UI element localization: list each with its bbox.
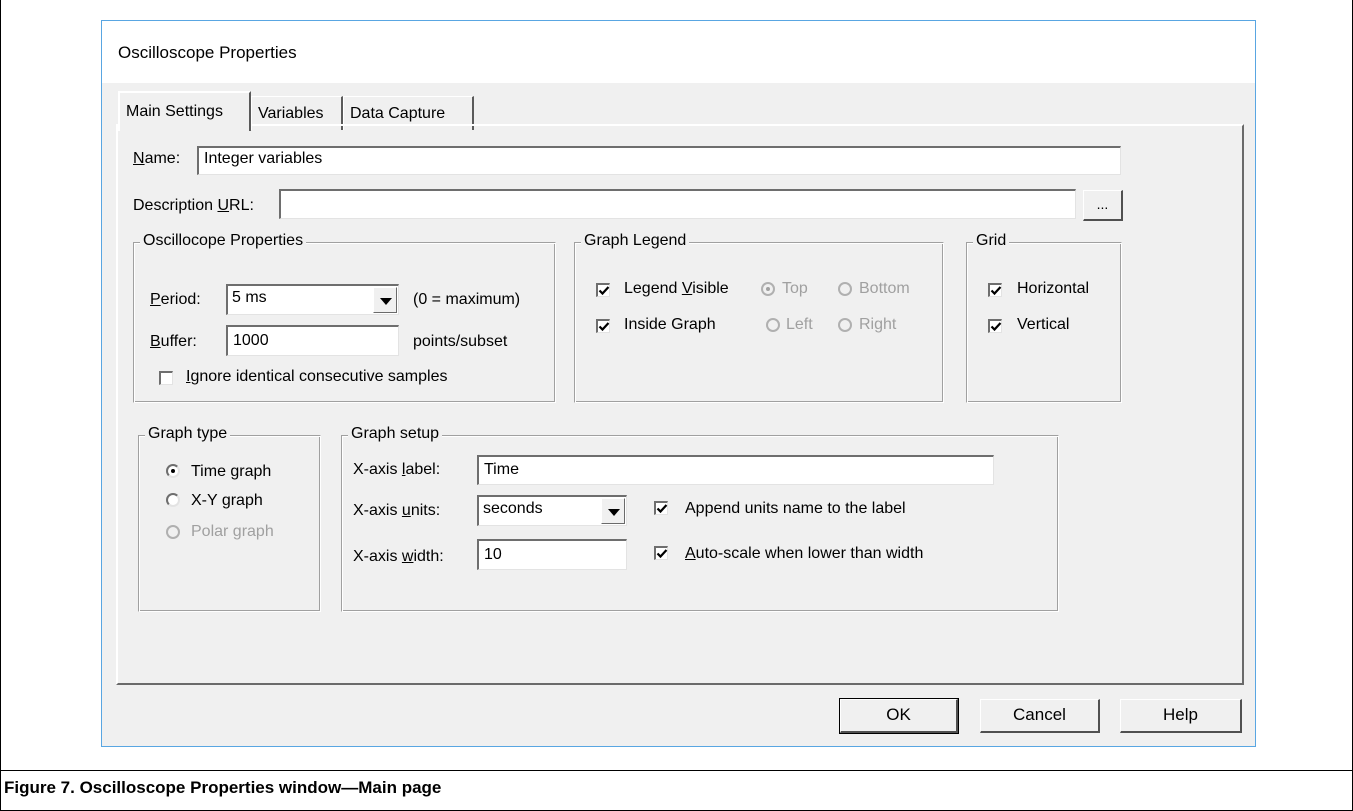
polar-graph-radio[interactable] xyxy=(166,525,180,539)
ok-button[interactable]: OK xyxy=(839,698,959,734)
buffer-input[interactable]: 1000 xyxy=(226,325,399,356)
legend-visible-checkbox[interactable] xyxy=(596,283,610,297)
period-hint: (0 = maximum) xyxy=(413,291,521,308)
legend-right-radio[interactable] xyxy=(838,318,852,332)
check-mark-icon xyxy=(990,286,1002,296)
polar-graph-label: Polar graph xyxy=(191,523,274,540)
append-units-label: Append units name to the label xyxy=(685,500,906,517)
graph-type-group-title: Graph type xyxy=(145,425,231,443)
legend-left-label: Left xyxy=(786,316,813,333)
period-dropdown-arrow-icon[interactable] xyxy=(373,287,397,313)
legend-visible-label: Legend Visible xyxy=(624,280,729,297)
dialog-title: Oscilloscope Properties xyxy=(118,43,297,62)
tab-variables-label: Variables xyxy=(258,105,324,122)
check-mark-icon xyxy=(656,504,668,514)
period-label: Period: xyxy=(150,291,201,308)
check-mark-icon xyxy=(656,549,668,559)
radio-selected-dot-icon xyxy=(171,469,175,473)
radio-selected-dot-icon xyxy=(766,287,770,291)
legend-top-radio[interactable] xyxy=(761,282,775,296)
tab-main-settings[interactable]: Main Settings xyxy=(118,91,251,131)
name-label-text: ame: xyxy=(144,150,181,167)
x-axis-label-label: X-axis label: xyxy=(353,461,441,478)
append-units-checkbox[interactable] xyxy=(654,501,668,515)
legend-left-radio[interactable] xyxy=(766,318,780,332)
ignore-identical-checkbox[interactable] xyxy=(159,371,173,385)
description-url-label: Description URL: xyxy=(133,197,254,214)
x-axis-units-value: seconds xyxy=(483,500,543,517)
x-axis-units-select[interactable]: seconds xyxy=(477,495,627,526)
tab-main-settings-label: Main Settings xyxy=(126,103,223,120)
title-bar: Oscilloscope Properties xyxy=(102,21,1255,83)
grid-horizontal-checkbox[interactable] xyxy=(988,283,1002,297)
legend-bottom-radio[interactable] xyxy=(838,282,852,296)
period-select[interactable]: 5 ms xyxy=(226,284,399,315)
x-axis-label-input[interactable]: Time xyxy=(477,455,994,485)
grid-vertical-checkbox[interactable] xyxy=(988,319,1002,333)
x-axis-units-dropdown-arrow-icon[interactable] xyxy=(601,498,625,524)
graph-legend-group-title: Graph Legend xyxy=(581,232,690,250)
legend-top-label: Top xyxy=(782,280,808,297)
xy-graph-label: X-Y graph xyxy=(191,492,263,509)
name-label: Name: xyxy=(133,150,181,167)
check-mark-icon xyxy=(598,322,610,332)
figure-caption: Figure 7. Oscilloscope Properties window… xyxy=(4,778,442,797)
buffer-label: Buffer: xyxy=(150,333,197,350)
oscilloscope-properties-group-title: Oscillocope Properties xyxy=(140,232,307,250)
cancel-button[interactable]: Cancel xyxy=(980,699,1100,733)
legend-bottom-label: Bottom xyxy=(859,280,910,297)
x-axis-width-input[interactable]: 10 xyxy=(477,539,627,570)
oscilloscope-properties-dialog: Oscilloscope Properties Main Settings Va… xyxy=(101,20,1256,747)
buffer-unit: points/subset xyxy=(413,333,508,350)
tab-data-capture-label: Data Capture xyxy=(350,105,446,122)
x-axis-width-label: X-axis width: xyxy=(353,548,444,565)
grid-vertical-label: Vertical xyxy=(1017,316,1070,333)
name-input[interactable]: Integer variables xyxy=(197,146,1121,175)
help-button[interactable]: Help xyxy=(1120,699,1242,733)
legend-right-label-text: Right xyxy=(859,316,897,333)
browse-url-button[interactable]: ... xyxy=(1083,190,1123,221)
x-axis-units-label: X-axis units: xyxy=(353,502,441,519)
description-url-input[interactable] xyxy=(279,189,1076,219)
grid-horizontal-label: Horizontal xyxy=(1017,280,1090,297)
xy-graph-radio[interactable] xyxy=(166,493,180,507)
check-mark-icon xyxy=(598,286,610,296)
legend-right-label: Right xyxy=(859,316,896,334)
period-select-value: 5 ms xyxy=(232,289,267,306)
time-graph-label: Time graph xyxy=(191,463,272,480)
check-mark-icon xyxy=(990,322,1002,332)
inside-graph-label: Inside Graph xyxy=(624,316,716,333)
inside-graph-checkbox[interactable] xyxy=(596,319,610,333)
auto-scale-label: Auto-scale when lower than width xyxy=(685,545,924,562)
time-graph-radio[interactable] xyxy=(166,464,180,478)
ignore-identical-label: Ignore identical consecutive samples xyxy=(186,368,448,385)
graph-setup-group-title: Graph setup xyxy=(348,425,443,443)
auto-scale-checkbox[interactable] xyxy=(654,546,668,560)
grid-group-title: Grid xyxy=(973,232,1010,250)
